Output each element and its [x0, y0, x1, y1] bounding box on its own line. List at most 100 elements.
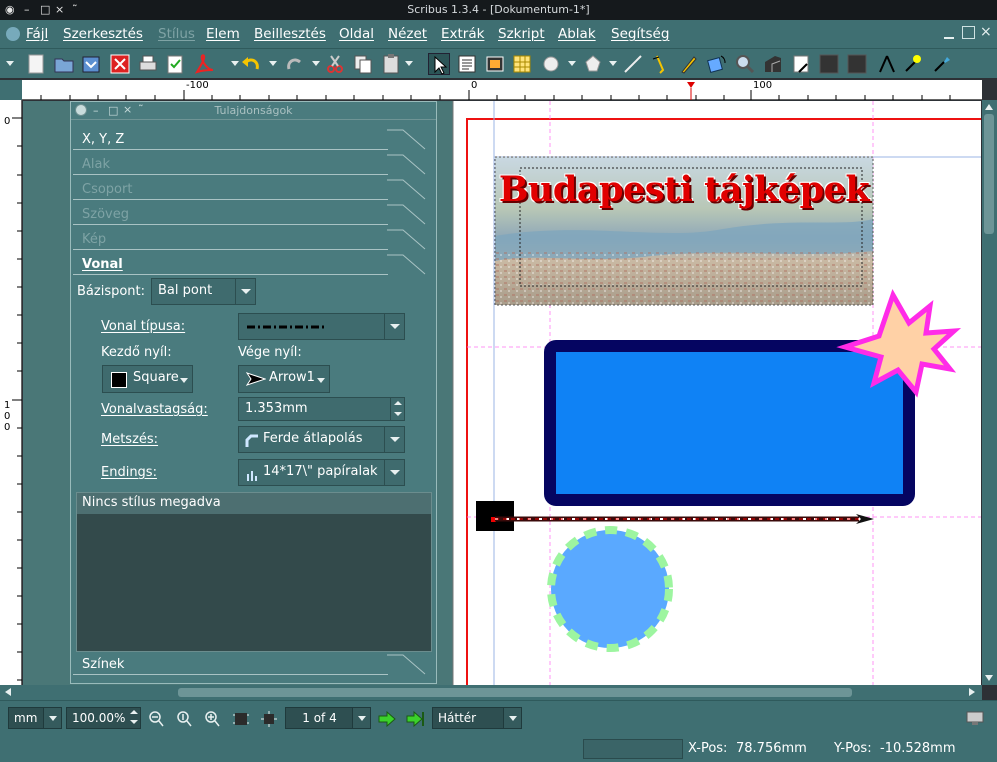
unit-select[interactable]: mm — [8, 707, 62, 729]
line-icon[interactable] — [622, 53, 644, 75]
first-page-icon[interactable] — [232, 710, 250, 728]
style-list-header[interactable]: Nincs stílus megadva — [77, 493, 431, 514]
bezier-icon[interactable] — [649, 53, 671, 75]
vertical-scroll-thumb[interactable] — [984, 114, 994, 234]
cut-icon[interactable] — [324, 53, 346, 75]
document-icon[interactable] — [6, 27, 20, 41]
doc-minimize-icon[interactable] — [944, 37, 954, 39]
rotate-icon[interactable] — [706, 53, 728, 75]
redo-icon[interactable] — [284, 53, 306, 75]
table-icon[interactable] — [511, 53, 533, 75]
join-select[interactable]: Ferde átlapolás — [238, 426, 405, 453]
preflight-icon[interactable] — [164, 53, 186, 75]
section-line[interactable]: Vonal — [73, 252, 433, 277]
basepoint-label: Bázispont: — [77, 284, 146, 299]
polygon-icon[interactable] — [582, 53, 604, 75]
link-frames-icon[interactable] — [818, 53, 840, 75]
zoom-out-icon[interactable] — [148, 710, 164, 728]
section-shape[interactable]: Alak — [73, 152, 433, 177]
page-select[interactable]: 1 of 4 — [285, 707, 371, 729]
line-style-list[interactable]: Nincs stílus megadva — [76, 492, 432, 652]
endings-select[interactable]: 14*17\" papíralak — [238, 459, 405, 486]
doc-close-icon[interactable]: × — [980, 24, 992, 40]
horizontal-scrollbar[interactable] — [0, 685, 982, 700]
paste-icon[interactable] — [380, 53, 402, 75]
zoom-100-icon[interactable] — [176, 710, 192, 728]
menu-item[interactable]: Elem — [206, 26, 240, 42]
zoom-in-icon[interactable] — [204, 710, 220, 728]
prev-page-icon[interactable] — [260, 710, 278, 728]
new-document-icon[interactable] — [25, 53, 47, 75]
undo-icon[interactable] — [240, 53, 262, 75]
print-icon[interactable] — [137, 53, 159, 75]
scroll-right-icon[interactable] — [969, 688, 975, 696]
ellipse-icon[interactable] — [540, 53, 562, 75]
menu-help[interactable]: Segítség — [611, 26, 669, 42]
scroll-left-icon[interactable] — [5, 688, 11, 696]
next-page-icon[interactable] — [378, 711, 396, 727]
basepoint-select[interactable]: Bal pont — [151, 278, 256, 305]
open-icon[interactable] — [53, 53, 75, 75]
text-frame-icon[interactable] — [456, 53, 478, 75]
spin-up-icon[interactable] — [390, 398, 404, 409]
edit-contents-icon[interactable] — [762, 53, 784, 75]
copy-properties-icon[interactable] — [902, 53, 924, 75]
line-type-select[interactable] — [238, 313, 405, 340]
eyedropper-icon[interactable] — [931, 53, 953, 75]
display-preview-icon[interactable] — [966, 711, 984, 727]
measure-icon[interactable] — [876, 53, 898, 75]
scroll-down-icon[interactable] — [985, 675, 993, 681]
redo-more-icon[interactable] — [312, 61, 320, 66]
menu-insert[interactable]: Beillesztés — [254, 26, 326, 42]
shape-dropdown-icon[interactable] — [568, 61, 576, 66]
horizontal-ruler[interactable]: -100 0 100 — [22, 80, 982, 100]
section-image-label: Kép — [82, 232, 107, 247]
menu-edit[interactable]: Szerkesztés — [63, 26, 143, 42]
panel-title-bar[interactable]: – □ × ˜ Tulajdonságok — [71, 102, 436, 120]
doc-restore-icon[interactable] — [962, 26, 975, 39]
zoom-spinbox[interactable]: 100.00% — [66, 707, 141, 729]
start-arrow-select[interactable]: Square — [102, 365, 193, 393]
copy-icon[interactable] — [352, 53, 374, 75]
menu-script[interactable]: Szkript — [498, 26, 545, 42]
section-text[interactable]: Szöveg — [73, 202, 433, 227]
spin-down-icon[interactable] — [390, 409, 404, 420]
zoom-icon[interactable] — [734, 53, 756, 75]
paste-dropdown-icon[interactable] — [405, 61, 413, 66]
redo-dropdown-icon[interactable] — [269, 61, 277, 66]
vertical-scrollbar[interactable] — [982, 100, 997, 685]
polygon-dropdown-icon[interactable] — [609, 61, 617, 66]
close-document-icon[interactable] — [109, 53, 131, 75]
edit-text-icon[interactable] — [790, 53, 812, 75]
chevron-down-icon — [384, 314, 404, 339]
line-width-spinbox[interactable]: 1.353mm — [238, 397, 405, 421]
vertical-ruler[interactable]: 0 1 0 0 — [0, 100, 22, 685]
last-page-icon[interactable] — [406, 711, 424, 727]
export-pdf-icon[interactable] — [193, 53, 215, 75]
headline-text[interactable]: Budapesti tájképek — [495, 169, 873, 210]
window-title: Scribus 1.3.4 - [Dokumentum-1*] — [407, 3, 590, 16]
menu-view[interactable]: Nézet — [388, 26, 427, 42]
end-arrow-select[interactable]: Arrow1 — [238, 365, 330, 393]
unlink-frames-icon[interactable] — [846, 53, 868, 75]
spin-up-icon[interactable] — [128, 708, 140, 718]
menu-extras[interactable]: Extrák — [441, 26, 484, 42]
horizontal-scroll-thumb[interactable] — [178, 688, 852, 697]
section-image[interactable]: Kép — [73, 227, 433, 252]
freehand-icon[interactable] — [678, 53, 700, 75]
image-frame-icon[interactable] — [484, 53, 506, 75]
select-tool-icon[interactable] — [428, 53, 450, 75]
menu-page[interactable]: Oldal — [339, 26, 374, 42]
section-xyz[interactable]: X, Y, Z — [73, 127, 433, 152]
section-colors[interactable]: Színek — [73, 652, 433, 677]
menu-file[interactable]: Fájl — [26, 26, 48, 42]
section-group[interactable]: Csoport — [73, 177, 433, 202]
menu-style[interactable]: Stílus — [158, 26, 195, 42]
scroll-up-icon[interactable] — [985, 104, 993, 110]
menu-windows[interactable]: Ablak — [558, 26, 596, 42]
bevel-join-icon — [245, 434, 258, 447]
save-icon[interactable] — [80, 53, 102, 75]
undo-dropdown-icon[interactable] — [231, 61, 239, 66]
layer-select[interactable]: Háttér — [432, 707, 522, 729]
spin-down-icon[interactable] — [128, 718, 140, 728]
